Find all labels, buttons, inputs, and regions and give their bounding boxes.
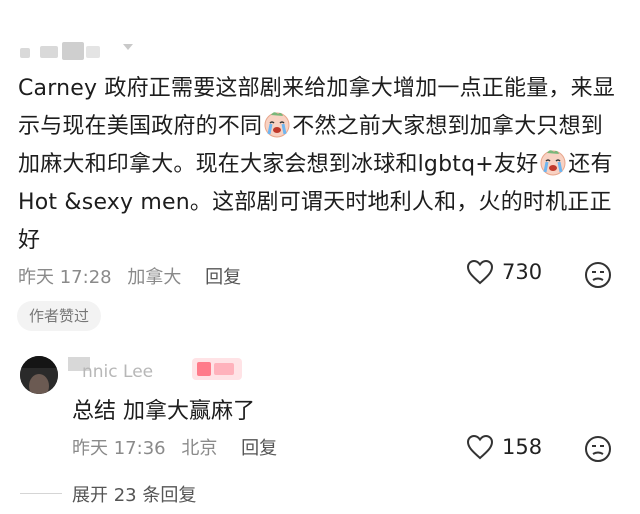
reply-location: 北京	[181, 438, 218, 459]
author-liked-badge: 作者赞过	[17, 301, 102, 331]
heart-icon	[466, 259, 494, 285]
divider	[20, 493, 62, 494]
comment-location: 加拿大	[127, 267, 182, 288]
dislike-face-icon[interactable]	[584, 435, 612, 463]
user-badge	[192, 358, 242, 380]
reply-button[interactable]: 回复	[205, 267, 241, 288]
like-button[interactable]: 730	[466, 259, 542, 285]
crying-emoji-icon	[538, 147, 568, 177]
like-button[interactable]: 158	[466, 434, 542, 460]
chevron-down-icon	[123, 44, 133, 50]
avatar[interactable]	[20, 356, 58, 394]
like-count: 158	[502, 435, 543, 459]
commenter-name-blurred[interactable]	[20, 40, 140, 62]
reply-body: 总结 加拿大赢麻了	[72, 399, 255, 424]
crying-emoji-icon	[262, 109, 292, 139]
like-count: 730	[502, 260, 543, 284]
dislike-face-icon[interactable]	[584, 261, 612, 289]
comment-time: 昨天 17:28	[18, 267, 112, 288]
heart-icon	[466, 434, 494, 460]
expand-replies-button[interactable]: 展开 23 条回复	[72, 481, 196, 507]
reply-username[interactable]: nnic Lee	[68, 357, 188, 377]
reply-button[interactable]: 回复	[241, 438, 277, 459]
reply-meta: 昨天 17:36 北京 回复	[72, 434, 287, 460]
reply-time: 昨天 17:36	[72, 438, 166, 459]
comment-body: Carney 政府正需要这部剧来给加拿大增加一点正能量，来显示与现在美国政府的不…	[18, 70, 618, 260]
comment-meta: 昨天 17:28 加拿大 回复	[18, 263, 251, 289]
